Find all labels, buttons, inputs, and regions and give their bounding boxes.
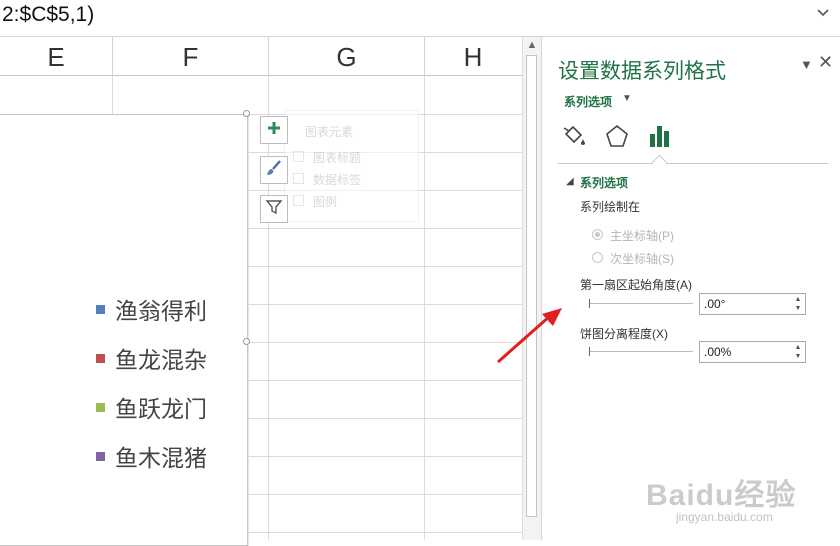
legend-label: 鱼龙混杂 (115, 348, 207, 374)
legend-item[interactable]: 鱼龙混杂 (96, 343, 207, 374)
close-icon[interactable]: ✕ (818, 52, 833, 73)
column-header-f[interactable]: F (113, 37, 269, 75)
first-slice-angle-label: 第一扇区起始角度(A) (580, 278, 692, 292)
fill-line-icon[interactable] (560, 122, 588, 150)
chevron-down-icon[interactable] (812, 4, 834, 26)
angle-input[interactable]: .00° ▲ ▼ (699, 293, 806, 315)
legend-item[interactable]: 鱼木混猪 (96, 441, 207, 472)
chevron-down-icon[interactable]: ▼ (622, 93, 632, 104)
explosion-input[interactable]: .00% ▲ ▼ (699, 341, 806, 363)
primary-axis-radio[interactable] (592, 229, 603, 240)
pane-title: 设置数据系列格式 (558, 59, 726, 83)
explosion-slider[interactable] (589, 351, 693, 352)
column-header-g[interactable]: G (269, 37, 425, 75)
secondary-axis-radio[interactable] (592, 252, 603, 263)
explosion-value[interactable]: .00% (704, 345, 731, 359)
legend-swatch (96, 304, 105, 314)
spin-buttons[interactable]: ▲ ▼ (793, 343, 803, 361)
secondary-axis-label: 次坐标轴(S) (610, 252, 674, 266)
resize-handle[interactable] (243, 338, 250, 345)
popup-item-data-labels: 数据标签 (313, 173, 362, 187)
series-options-icon[interactable] (646, 122, 674, 150)
popup-title: 图表元素 (305, 125, 354, 139)
column-header-row: E F G H (0, 37, 540, 76)
column-header-h[interactable]: H (425, 37, 521, 75)
angle-value[interactable]: .00° (704, 297, 725, 311)
legend-swatch (96, 402, 105, 412)
spin-buttons[interactable]: ▲ ▼ (793, 295, 803, 313)
legend-swatch (96, 451, 105, 461)
legend-label: 鱼跃龙门 (115, 397, 207, 423)
format-data-series-pane: 设置数据系列格式 ▼ ✕ 系列选项 ▼ ◢ 系列选项 系列绘制在 主坐标轴(P)… (541, 37, 840, 540)
plot-series-on-label: 系列绘制在 (580, 200, 641, 214)
effects-icon[interactable] (603, 122, 631, 150)
chart-elements-popup: 图表元素 图表标题 数据标签 图例 (284, 110, 419, 222)
chart-filters-button[interactable] (260, 195, 288, 223)
explosion-slider-thumb[interactable] (589, 347, 590, 356)
pie-chart-area[interactable]: 渔翁得利 鱼龙混杂 鱼跃龙门 鱼木混猪 (0, 114, 248, 546)
scroll-up-icon[interactable]: ▲ (523, 39, 541, 53)
pane-options-icon[interactable]: ▼ (800, 57, 813, 72)
angle-slider-thumb[interactable] (589, 299, 590, 308)
legend-item[interactable]: 鱼跃龙门 (96, 392, 207, 423)
vertical-scrollbar[interactable]: ▲ (522, 37, 541, 540)
popup-item-chart-title: 图表标题 (313, 151, 362, 165)
resize-handle[interactable] (243, 110, 250, 117)
collapse-icon[interactable]: ◢ (566, 176, 574, 187)
popup-item-legend: 图例 (313, 195, 338, 209)
watermark-logo: Baidu经验 (646, 479, 797, 512)
angle-slider[interactable] (589, 303, 693, 304)
formula-text[interactable]: 2:$C$5,1) (2, 3, 94, 27)
legend-label: 渔翁得利 (115, 299, 207, 325)
series-options-dropdown[interactable]: 系列选项 (564, 93, 612, 110)
watermark-url: jingyan.baidu.com (676, 510, 773, 524)
section-title[interactable]: 系列选项 (580, 174, 628, 191)
pie-explosion-label: 饼图分离程度(X) (580, 327, 668, 341)
legend-item[interactable]: 渔翁得利 (96, 294, 207, 325)
brush-icon (265, 159, 283, 182)
legend-label: 鱼木混猪 (115, 446, 207, 472)
plus-icon (266, 120, 282, 141)
column-header-e[interactable]: E (0, 37, 113, 75)
scrollbar-thumb[interactable] (526, 55, 537, 517)
filter-icon (265, 198, 283, 221)
legend-swatch (96, 353, 105, 363)
chart-styles-button[interactable] (260, 156, 288, 184)
formula-bar[interactable]: 2:$C$5,1) (0, 0, 840, 37)
primary-axis-label: 主坐标轴(P) (610, 229, 674, 243)
chart-elements-button[interactable] (260, 116, 288, 144)
annotation-arrow (497, 308, 562, 364)
